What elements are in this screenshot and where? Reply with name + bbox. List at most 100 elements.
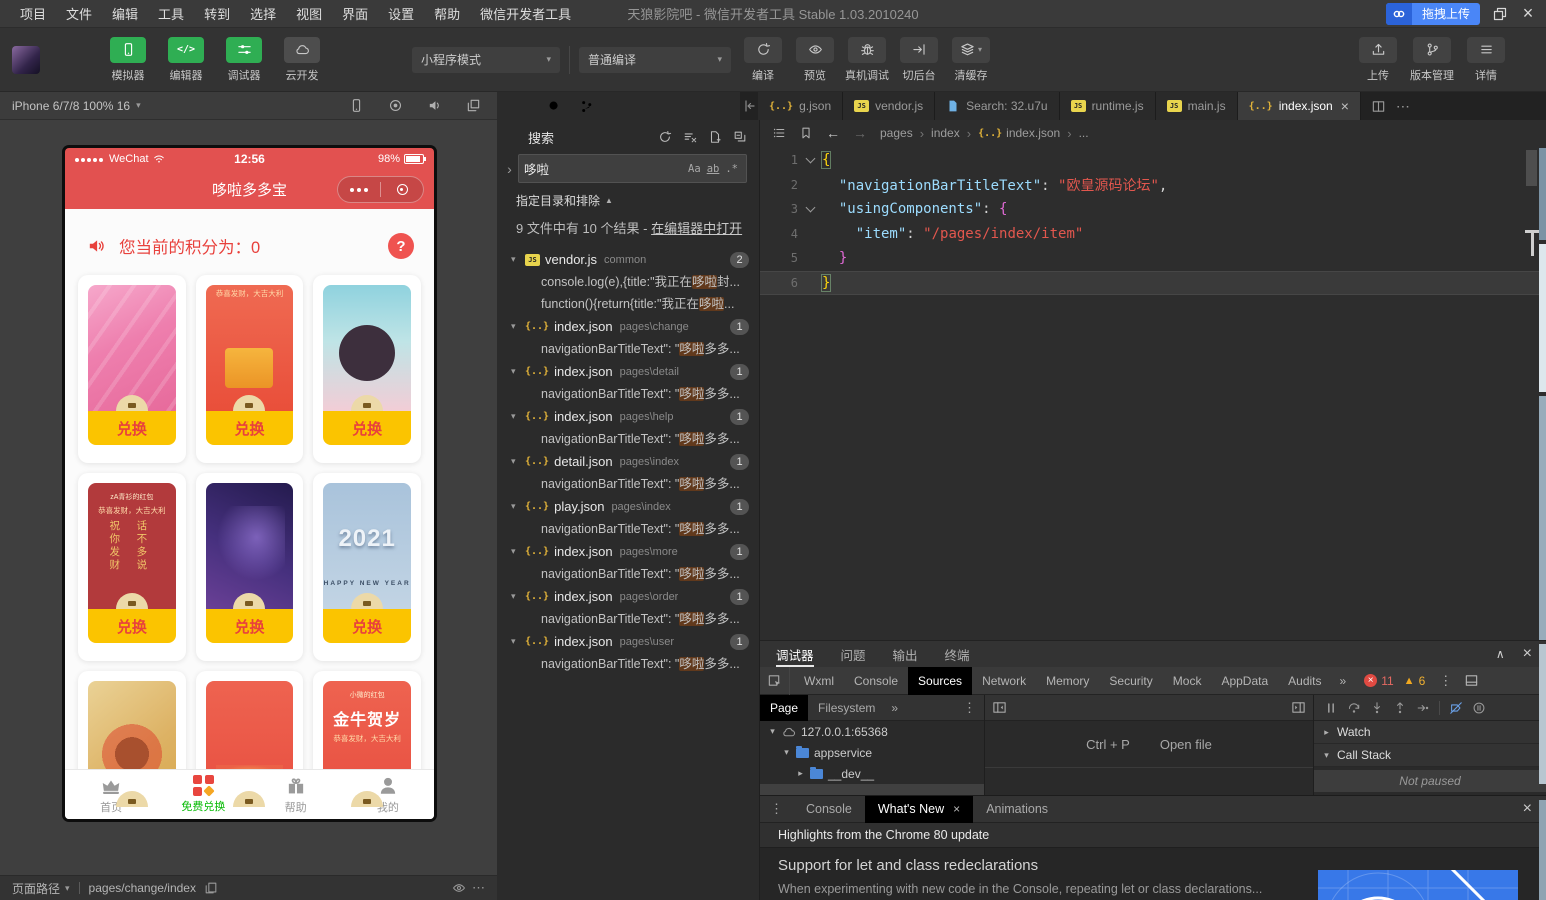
search-input[interactable] [524, 161, 686, 176]
drawer-tab[interactable]: Animations [973, 796, 1061, 823]
devtools-tab-appdata[interactable]: AppData [1211, 667, 1278, 695]
code-line-6[interactable]: 6} [760, 270, 1546, 295]
more-tabs-icon[interactable]: » [1332, 674, 1355, 688]
search-result-match[interactable]: navigationBarTitleText": "哆啦多多... [497, 428, 759, 450]
sources-tab-page[interactable]: Page [760, 694, 809, 721]
toggle-cloud-icon[interactable]: 云开发 [278, 36, 326, 83]
panel-tab[interactable]: 调试器 [776, 641, 814, 667]
devtools-tab-sources[interactable]: Sources [908, 666, 973, 695]
menu-item-7[interactable]: 界面 [332, 4, 378, 23]
action-details-icon[interactable]: 详情 [1464, 36, 1508, 83]
callstack-section[interactable]: ▾ Call Stack [1314, 744, 1546, 767]
redeem-button[interactable]: 兑换 [88, 411, 176, 445]
match-case-icon[interactable]: Aa [685, 163, 704, 175]
panel-tab[interactable]: 问题 [841, 641, 866, 667]
mode-select[interactable]: 小程序模式 ▾ [412, 46, 560, 73]
error-count[interactable]: × 11 [1364, 674, 1394, 688]
visibility-icon[interactable] [452, 881, 466, 895]
chevron-down-icon[interactable]: ▾ [768, 726, 777, 737]
search-result-file[interactable]: ▾ {..} index.json pages\more 1 [497, 540, 759, 563]
split-editor-icon[interactable] [1371, 99, 1386, 114]
regex-icon[interactable]: .* [722, 163, 741, 175]
search-result-file[interactable]: ▾ {..} index.json pages\detail 1 [497, 360, 759, 383]
tabbar-item-crown-icon[interactable]: 首页 [65, 770, 157, 819]
tree-item[interactable]: ▾ 127.0.0.1:65368 [760, 721, 984, 742]
warning-count[interactable]: ▲ 6 [1404, 674, 1426, 688]
menu-item-3[interactable]: 工具 [148, 4, 194, 23]
open-in-editor-icon[interactable] [708, 130, 722, 144]
redeem-button[interactable]: 兑换 [323, 609, 411, 643]
breadcrumb-item[interactable]: index [931, 126, 960, 140]
nav-forward-icon[interactable]: → [853, 125, 867, 141]
refresh-search-icon[interactable] [658, 130, 672, 144]
inspect-icon[interactable] [760, 666, 790, 695]
action-refresh-icon[interactable]: 编译 [741, 36, 785, 83]
search-icon[interactable] [547, 99, 562, 114]
editor-tab[interactable]: JS main.js [1155, 92, 1238, 120]
toggle-code-icon[interactable]: </> 编辑器 [162, 36, 210, 83]
pause-icon[interactable] [1324, 701, 1338, 715]
search-result-match[interactable]: navigationBarTitleText": "哆啦多多... [497, 653, 759, 675]
rotate-device-icon[interactable] [349, 98, 364, 113]
open-in-editor-link[interactable]: 在编辑器中打开 [651, 221, 742, 236]
more-actions-icon[interactable]: ⋯ [1396, 98, 1410, 114]
more-icon[interactable]: » [885, 701, 904, 715]
devtools-tab-console[interactable]: Console [844, 667, 908, 695]
help-button[interactable]: ? [388, 233, 414, 259]
show-navigator-icon[interactable] [992, 700, 1007, 715]
prize-card[interactable]: 2021 HAPPY NEW YEAR 兑换 [313, 473, 421, 661]
close-tab-icon[interactable]: × [1341, 98, 1349, 114]
devtools-menu-icon[interactable]: ⋮ [1439, 673, 1452, 689]
menu-item-9[interactable]: 帮助 [424, 4, 470, 23]
search-result-match[interactable]: navigationBarTitleText": "哆啦多多... [497, 518, 759, 540]
tree-item[interactable]: ▾ appservice [760, 742, 984, 763]
devtools-tab-memory[interactable]: Memory [1036, 667, 1099, 695]
menu-item-5[interactable]: 选择 [240, 4, 286, 23]
drawer-menu-icon[interactable]: ⋮ [760, 801, 793, 817]
collapse-all-icon[interactable] [733, 130, 747, 144]
sources-tab-filesystem[interactable]: Filesystem [808, 695, 885, 721]
search-result-match[interactable]: navigationBarTitleText": "哆啦多多... [497, 383, 759, 405]
multi-page-icon[interactable] [466, 98, 481, 113]
code-line-5[interactable]: 5 } [760, 246, 1546, 271]
deactivate-breakpoints-icon[interactable] [1449, 701, 1463, 715]
tree-item[interactable]: ▸ __dev__ [760, 763, 984, 784]
search-result-file[interactable]: ▾ JS vendor.js common 2 [497, 248, 759, 271]
search-result-match[interactable]: console.log(e),{title:"我正在哆啦封... [497, 271, 759, 293]
breadcrumb-item[interactable]: {..} index.json [978, 126, 1060, 140]
close-window-icon[interactable]: × [1520, 3, 1536, 23]
search-result-match[interactable]: navigationBarTitleText": "哆啦多多... [497, 563, 759, 585]
fold-icon[interactable] [798, 153, 822, 164]
whole-word-icon[interactable]: ab [704, 163, 723, 175]
editor-tab[interactable]: {..} index.json × [1237, 92, 1361, 120]
search-result-file[interactable]: ▾ {..} index.json pages\order 1 [497, 585, 759, 608]
panel-tab[interactable]: 终端 [945, 641, 970, 667]
prize-card[interactable]: 兑换 [78, 275, 186, 463]
clear-results-icon[interactable] [683, 130, 697, 144]
action-branch-icon[interactable]: 版本管理 [1410, 36, 1454, 83]
code-line-4[interactable]: 4 "item": "/pages/index/item" [760, 222, 1546, 247]
open-file-hint[interactable]: Open file [1160, 737, 1212, 752]
redeem-button[interactable]: 兑换 [88, 609, 176, 643]
search-result-file[interactable]: ▾ {..} detail.json pages\index 1 [497, 450, 759, 473]
search-result-file[interactable]: ▾ {..} play.json pages\index 1 [497, 495, 759, 518]
search-result-match[interactable]: function(){return{title:"我正在哆啦... [497, 293, 759, 315]
tabbar-item-gift-icon[interactable]: 帮助 [250, 770, 342, 819]
code-line-3[interactable]: 3 "usingComponents": { [760, 197, 1546, 222]
close-panel-icon[interactable]: × [1523, 645, 1532, 663]
action-eye-icon[interactable]: 预览 [793, 36, 837, 83]
search-filter-toggle[interactable]: 指定目录和排除 ▲ [497, 183, 759, 211]
bookmark-icon[interactable] [799, 126, 813, 140]
code-line-2[interactable]: 2 "navigationBarTitleText": "欧皇源码论坛", [760, 173, 1546, 198]
step-over-icon[interactable] [1347, 701, 1361, 715]
drawer-tab[interactable]: What's New × [864, 795, 974, 823]
redeem-button[interactable]: 兑换 [205, 411, 294, 445]
sound-icon[interactable] [427, 98, 442, 113]
tabbar-item-grid-icon[interactable]: 免费兑换 [157, 770, 249, 819]
menu-item-10[interactable]: 微信开发者工具 [470, 4, 581, 23]
prize-card[interactable]: 兑换 [313, 275, 421, 463]
devtools-tab-audits[interactable]: Audits [1278, 667, 1331, 695]
branch-icon[interactable] [579, 99, 594, 114]
dock-icon[interactable] [1464, 673, 1479, 688]
avatar[interactable] [12, 45, 40, 74]
